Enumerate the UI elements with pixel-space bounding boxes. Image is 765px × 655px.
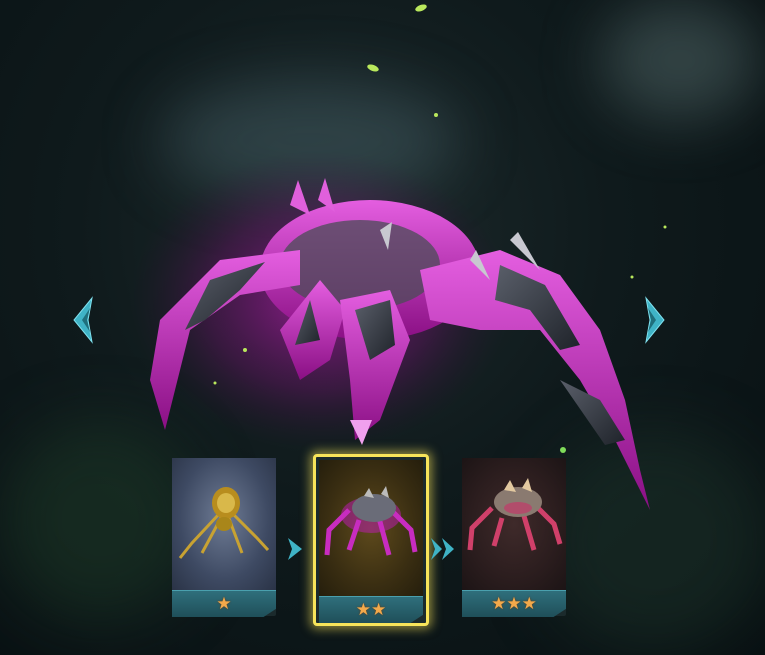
star-rating: ★ bbox=[216, 594, 232, 614]
chevron-left-icon bbox=[73, 296, 93, 344]
star-rating-bar: ★★ bbox=[319, 596, 423, 623]
chevron-right-icon bbox=[645, 296, 665, 344]
evolution-stage-card-3[interactable]: ★★★ bbox=[462, 458, 566, 617]
star-rating: ★★ bbox=[355, 600, 387, 620]
double-chevron-right-icon bbox=[431, 538, 454, 560]
creature-thumbnail-stage-2 bbox=[319, 460, 423, 596]
next-creature-button[interactable] bbox=[640, 296, 668, 344]
evolution-stage-card-2-selected[interactable]: ★★ bbox=[313, 454, 429, 626]
single-chevron-right-icon bbox=[288, 538, 302, 560]
star-rating-bar: ★ bbox=[172, 590, 276, 617]
previous-creature-button[interactable] bbox=[70, 296, 98, 344]
creature-thumbnail-stage-3 bbox=[462, 458, 566, 590]
star-rating: ★★★ bbox=[491, 594, 537, 614]
star-rating-bar: ★★★ bbox=[462, 590, 566, 617]
evolution-stage-card-1[interactable]: ★ bbox=[172, 458, 276, 617]
creature-thumbnail-stage-1 bbox=[172, 458, 276, 590]
